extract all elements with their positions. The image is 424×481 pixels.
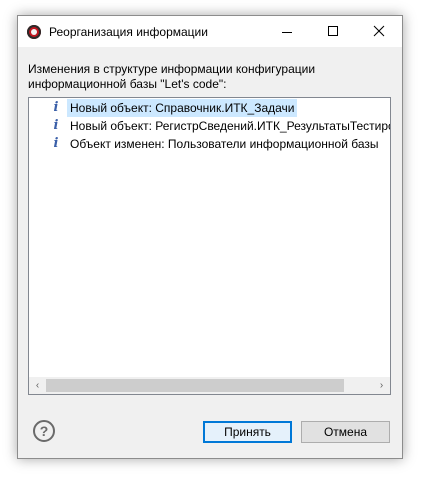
help-icon[interactable]: ?: [33, 420, 55, 442]
list-item[interactable]: i Новый объект: Справочник.ИТК_Задачи: [29, 99, 390, 117]
close-icon: [373, 25, 385, 37]
reorganization-dialog: Реорганизация информации Изменения в стр…: [17, 15, 403, 459]
scroll-left-button[interactable]: ‹: [29, 377, 46, 394]
message-line-2: информационной базы "Let's code":: [28, 77, 227, 91]
app-logo-icon: [27, 25, 41, 39]
title-bar[interactable]: Реорганизация информации: [18, 16, 402, 47]
list-item[interactable]: i Новый объект: РегистрСведений.ИТК_Резул…: [29, 117, 390, 135]
changes-list[interactable]: i Новый объект: Справочник.ИТК_Задачи i Нов…: [28, 97, 391, 395]
list-item-label: Новый объект: РегистрСведений.ИТК_Резуль…: [70, 119, 390, 133]
list-item[interactable]: i Объект изменен: Пользователи информацио…: [29, 135, 390, 153]
scroll-right-button[interactable]: ›: [373, 377, 390, 394]
accept-button[interactable]: Принять: [203, 421, 292, 443]
list-item-label: Объект изменен: Пользователи информацион…: [70, 137, 379, 151]
info-icon: i: [53, 118, 59, 133]
minimize-button[interactable]: [264, 16, 310, 47]
info-icon: i: [53, 136, 59, 151]
changes-list-items: i Новый объект: Справочник.ИТК_Задачи i Нов…: [29, 99, 390, 375]
close-button[interactable]: [356, 16, 402, 47]
list-item-label: Новый объект: Справочник.ИТК_Задачи: [67, 99, 298, 117]
cancel-button[interactable]: Отмена: [301, 421, 390, 443]
changes-message: Изменения в структуре информации конфигу…: [28, 62, 388, 92]
maximize-button[interactable]: [310, 16, 356, 47]
info-icon: i: [53, 100, 59, 115]
window-title: Реорганизация информации: [49, 25, 208, 39]
message-line-1: Изменения в структуре информации конфигу…: [28, 62, 316, 76]
scrollbar-thumb[interactable]: [46, 379, 344, 392]
horizontal-scrollbar[interactable]: ‹ ›: [29, 377, 390, 394]
